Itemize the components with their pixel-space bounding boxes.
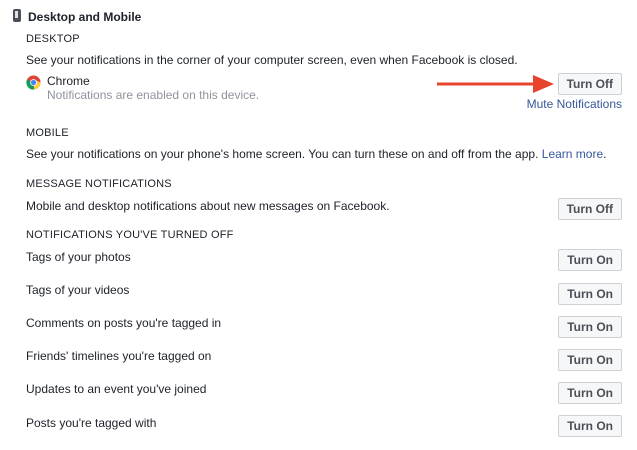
turn-on-button[interactable]: Turn On xyxy=(558,283,622,305)
section-title: Desktop and Mobile xyxy=(28,10,142,24)
turn-on-button[interactable]: Turn On xyxy=(558,415,622,437)
list-item-label: Posts you're tagged with xyxy=(26,416,157,430)
desktop-turn-off-button[interactable]: Turn Off xyxy=(557,73,622,95)
turn-on-button[interactable]: Turn On xyxy=(558,349,622,371)
mobile-period: . xyxy=(603,147,607,161)
mobile-heading: MOBILE xyxy=(26,127,69,139)
browser-status: Notifications are enabled on this device… xyxy=(47,88,260,102)
list-item-label: Tags of your videos xyxy=(26,283,130,297)
turned-off-heading: NOTIFICATIONS YOU'VE TURNED OFF xyxy=(26,229,234,241)
turn-on-button[interactable]: Turn On xyxy=(558,249,622,271)
mobile-description: See your notifications on your phone's h… xyxy=(26,147,539,161)
chrome-icon xyxy=(26,75,41,90)
message-notifications-heading: MESSAGE NOTIFICATIONS xyxy=(26,178,172,190)
learn-more-link[interactable]: Learn more xyxy=(542,147,603,161)
phone-icon xyxy=(13,9,21,22)
messages-turn-off-button[interactable]: Turn Off xyxy=(557,198,622,220)
mobile-description-line: See your notifications on your phone's h… xyxy=(26,147,606,161)
list-item-label: Updates to an event you've joined xyxy=(26,382,207,396)
desktop-description: See your notifications in the corner of … xyxy=(26,53,518,67)
browser-name: Chrome xyxy=(47,74,90,88)
list-item-label: Comments on posts you're tagged in xyxy=(26,316,222,330)
turn-on-button[interactable]: Turn On xyxy=(558,316,622,338)
turn-on-button[interactable]: Turn On xyxy=(558,382,622,404)
desktop-heading: DESKTOP xyxy=(26,33,80,45)
message-notifications-description: Mobile and desktop notifications about n… xyxy=(26,199,390,213)
list-item-label: Tags of your photos xyxy=(26,250,131,264)
list-item-label: Friends' timelines you're tagged on xyxy=(26,349,212,363)
arrow-right-icon xyxy=(437,75,554,93)
mute-notifications-link[interactable]: Mute Notifications xyxy=(527,97,622,111)
